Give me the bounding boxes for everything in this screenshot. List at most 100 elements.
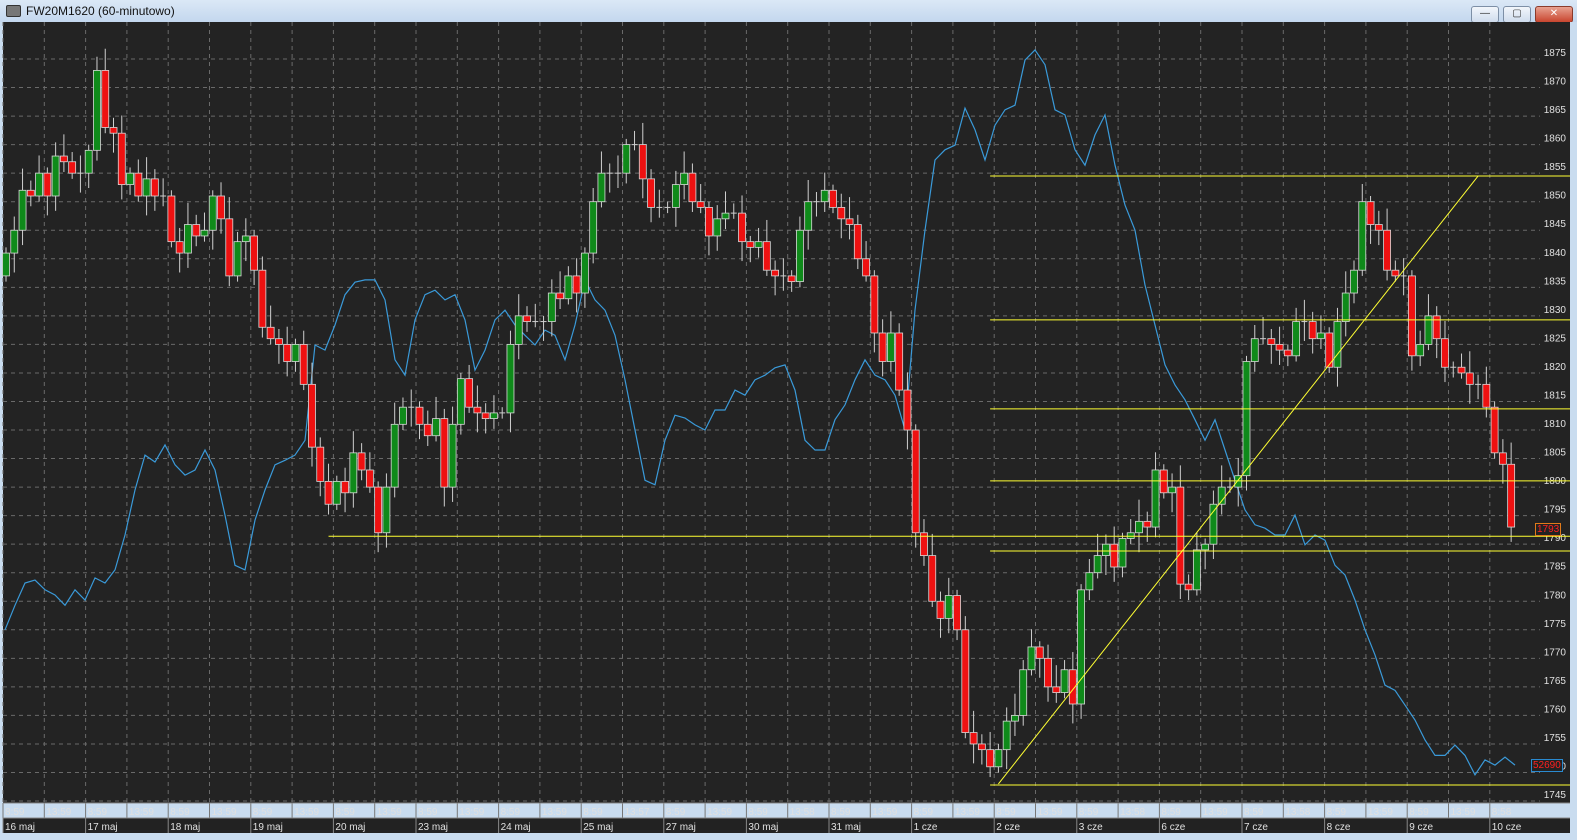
- candle-down: [870, 275, 879, 334]
- y-tick-label: 1825: [1544, 333, 1567, 344]
- x-date-label: 17 maj: [88, 822, 118, 833]
- candle-down: [1035, 646, 1044, 659]
- candle-up: [804, 201, 813, 231]
- candle-down: [986, 749, 995, 768]
- candle-down: [299, 343, 308, 385]
- candle-down: [134, 172, 143, 197]
- y-tick-label: 1780: [1544, 590, 1567, 601]
- candle-down: [109, 127, 118, 134]
- x-time-label: 13:59: [542, 807, 567, 818]
- candlestick-chart[interactable]: 1745175017551760176517701775178017851790…: [0, 22, 1577, 840]
- candle-down: [59, 155, 68, 163]
- y-tick-label: 1870: [1544, 77, 1567, 88]
- candle-down: [1383, 229, 1391, 271]
- candle-up: [680, 172, 689, 185]
- candle-down: [1366, 201, 1375, 225]
- x-time-label: 13:59: [955, 807, 980, 818]
- candle-up: [1102, 543, 1110, 556]
- candle-down: [1482, 383, 1491, 408]
- candle-down: [117, 132, 126, 185]
- candle-down: [738, 212, 746, 243]
- maximize-button[interactable]: ▢: [1503, 6, 1531, 23]
- y-tick-label: 1765: [1544, 676, 1567, 687]
- candle-up: [126, 172, 134, 185]
- y-tick-label: 1795: [1544, 505, 1567, 516]
- candle-up: [1333, 321, 1342, 368]
- x-time-label: 8:59: [1327, 807, 1347, 818]
- candle-up: [506, 343, 515, 414]
- candle-up: [241, 235, 250, 243]
- x-time-label: 8:59: [418, 807, 438, 818]
- candle-down: [283, 343, 292, 362]
- x-date-label: 19 maj: [253, 822, 283, 833]
- app-icon: [6, 5, 21, 17]
- candle-down: [43, 172, 52, 197]
- candle-up: [291, 343, 300, 362]
- y-tick-label: 1800: [1544, 476, 1567, 487]
- candle-up: [713, 218, 722, 237]
- candle-down: [316, 446, 325, 482]
- candle-up: [349, 452, 358, 494]
- candle-up: [1085, 572, 1094, 591]
- candle-up: [1126, 532, 1135, 539]
- candle-down: [175, 241, 184, 254]
- x-time-label: 8:59: [253, 807, 273, 818]
- candle-up: [1292, 321, 1301, 357]
- candle-down: [324, 480, 333, 505]
- candle-down: [911, 429, 920, 534]
- candle-down: [845, 218, 854, 225]
- candle-up: [1192, 549, 1201, 591]
- x-date-label: 1 cze: [914, 822, 938, 833]
- candle-down: [895, 332, 904, 391]
- y-tick-label: 1850: [1544, 191, 1567, 202]
- candle-up: [820, 189, 829, 203]
- x-time-label: 8:59: [666, 807, 686, 818]
- y-tick-label: 1805: [1544, 448, 1567, 459]
- candle-down: [266, 326, 275, 340]
- candle-down: [969, 732, 978, 745]
- candle-up: [994, 749, 1003, 768]
- minimize-button[interactable]: —: [1471, 6, 1499, 23]
- x-time-label: 13:58: [1120, 807, 1145, 818]
- candle-down: [1143, 520, 1152, 528]
- x-date-label: 23 maj: [418, 822, 448, 833]
- y-tick-label: 1855: [1544, 162, 1567, 173]
- x-time-label: 13:59: [1038, 807, 1063, 818]
- candle-up: [514, 315, 523, 345]
- x-time-label: 13:57: [625, 807, 650, 818]
- candle-down: [837, 207, 846, 220]
- candle-down: [374, 486, 383, 534]
- candle-up: [233, 241, 242, 277]
- candle-down: [829, 189, 837, 208]
- window-titlebar: FW20M1620 (60-minutowo) — ▢ ✕: [0, 0, 1577, 23]
- y-tick-label: 1840: [1544, 248, 1567, 259]
- candle-down: [1457, 366, 1466, 374]
- candle-down: [423, 423, 432, 437]
- x-date-label: 7 cze: [1244, 822, 1268, 833]
- x-time-label: 8:59: [335, 807, 355, 818]
- candle-up: [2, 252, 10, 277]
- candle-down: [341, 480, 349, 494]
- candle-down: [903, 389, 912, 431]
- candle-up: [671, 184, 680, 208]
- candle-up: [1135, 520, 1143, 534]
- last-price-label: 1793: [1535, 523, 1562, 536]
- candle-up: [1027, 646, 1036, 671]
- candle-down: [150, 178, 159, 197]
- candle-down: [638, 144, 647, 180]
- x-time-label: 8:59: [831, 807, 851, 818]
- candle-down: [250, 235, 259, 271]
- candle-down: [357, 452, 366, 471]
- x-time-label: 13:58: [1285, 807, 1310, 818]
- candle-down: [688, 172, 697, 203]
- close-button[interactable]: ✕: [1535, 6, 1573, 23]
- x-date-label: 25 maj: [583, 822, 613, 833]
- candle-down: [167, 195, 176, 243]
- candle-down: [953, 595, 961, 631]
- candle-down: [1176, 486, 1185, 585]
- x-time-label: 13:59: [294, 807, 319, 818]
- x-date-label: 31 maj: [831, 822, 861, 833]
- candle-up: [490, 412, 498, 420]
- x-time-label: 8:59: [501, 807, 521, 818]
- y-tick-label: 1845: [1544, 219, 1567, 230]
